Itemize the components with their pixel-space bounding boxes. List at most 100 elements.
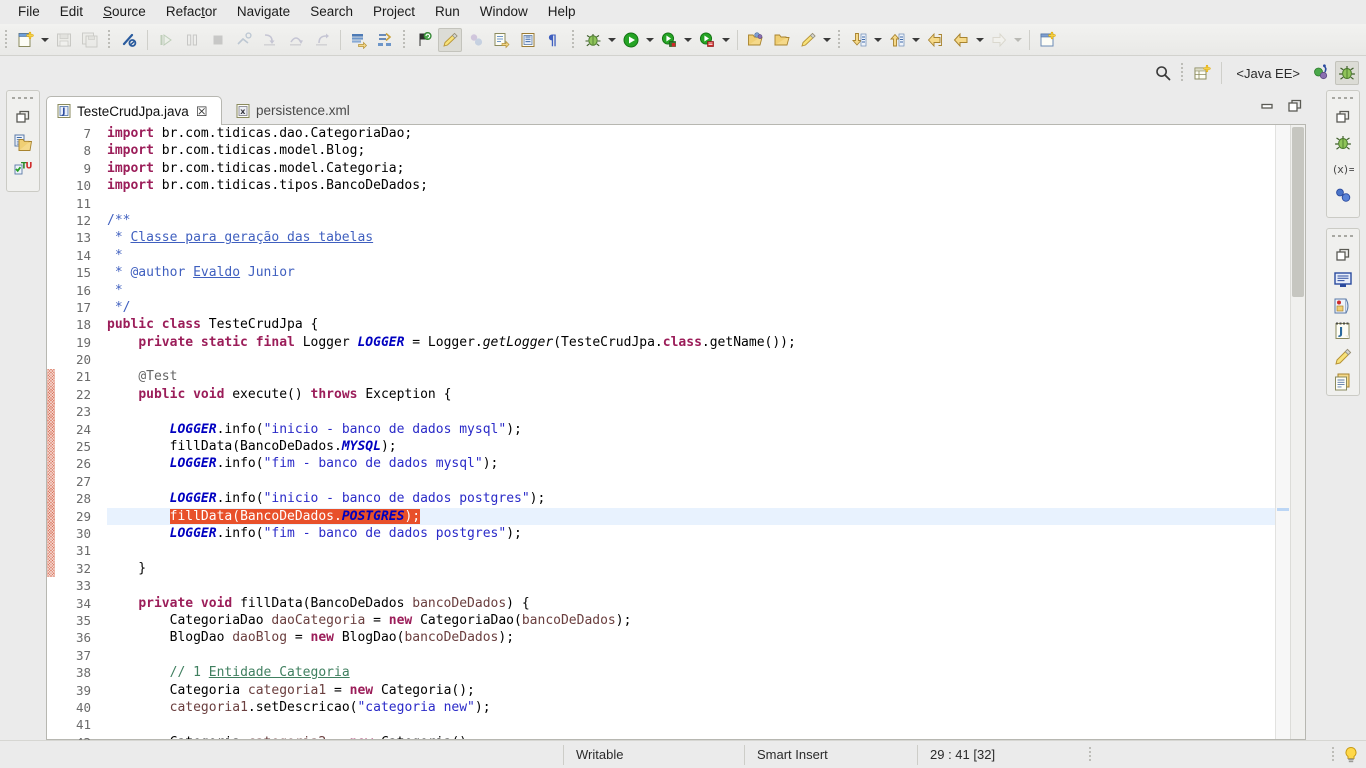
code-line[interactable] [107,647,1275,664]
tab-teste-crud-jpa-java[interactable]: J TesteCrudJpa.java ☒ [46,96,222,125]
maximize-icon[interactable] [1288,99,1302,118]
new-java-package-icon[interactable] [438,28,462,52]
code-line[interactable]: import br.com.tidicas.model.Categoria; [107,160,1275,177]
right-fastbar-bottom-handle[interactable] [1332,232,1354,240]
code-line[interactable]: */ [107,299,1275,316]
code-line[interactable]: CategoriaDao daoCategoria = new Categori… [107,612,1275,629]
code-line[interactable] [107,716,1275,733]
code-line[interactable]: import br.com.tidicas.dao.CategoriaDao; [107,125,1275,142]
debug-perspective-icon[interactable] [1335,61,1359,85]
restore-view-icon[interactable] [10,104,36,130]
new-wizard-dropdown-arrow[interactable] [39,28,51,52]
line-number-ruler[interactable]: 7891011121314151617181920212223242526272… [55,125,93,739]
code-line[interactable] [107,542,1275,559]
code-line[interactable]: import br.com.tidicas.model.Blog; [107,142,1275,159]
pencil-icon[interactable] [796,28,820,52]
code-line[interactable]: public void execute() throws Exception { [107,386,1275,403]
overview-ruler[interactable] [1275,125,1290,739]
code-line[interactable] [107,473,1275,490]
close-icon[interactable]: ☒ [196,105,208,118]
debug-view-icon[interactable] [1330,130,1356,156]
code-line[interactable]: BlogDao daoBlog = new BlogDao(bancoDeDad… [107,629,1275,646]
toolbar-grip-3[interactable] [401,30,408,50]
code-line[interactable]: // 1 Entidade Categoria [107,664,1275,681]
skip-breakpoints-icon[interactable] [412,28,436,52]
toolbar-grip[interactable] [3,30,10,50]
profile-icon[interactable] [695,28,719,52]
code-line[interactable]: fillData(BancoDeDados.MYSQL); [107,438,1275,455]
code-line[interactable] [107,195,1275,212]
search-icon[interactable] [1151,61,1175,85]
menu-help[interactable]: Help [538,1,586,23]
code-line[interactable]: Categoria categoria1 = new Categoria(); [107,682,1275,699]
menu-source[interactable]: Source [93,1,156,23]
generate-tables-icon[interactable] [347,28,371,52]
run-icon[interactable] [619,28,643,52]
restore-view-icon-3[interactable] [1330,242,1356,268]
code-line[interactable]: } [107,560,1275,577]
code-line[interactable]: LOGGER.info("fim - banco de dados postgr… [107,525,1275,542]
code-line[interactable]: LOGGER.info("inicio - banco de dados mys… [107,421,1275,438]
code-line[interactable]: private void fillData(BancoDeDados banco… [107,595,1275,612]
annotation-ruler[interactable] [47,125,55,739]
perspective-bar-grip[interactable] [1179,63,1186,83]
previous-annotation-dropdown-arrow[interactable] [910,28,922,52]
code-line[interactable]: * [107,282,1275,299]
project-explorer-icon[interactable] [10,130,36,156]
code-line[interactable]: public class TesteCrudJpa { [107,316,1275,333]
toolbar-grip-5[interactable] [836,30,843,50]
code-line-current[interactable]: fillData(BancoDeDados.POSTGRES); [107,508,1275,525]
profile-dropdown-arrow[interactable] [720,28,732,52]
menu-project[interactable]: Project [363,1,425,23]
menu-search[interactable]: Search [300,1,363,23]
code-line[interactable]: * [107,247,1275,264]
tab-persistence-xml[interactable]: x persistence.xml [226,96,376,125]
junit-icon[interactable]: T U [10,156,36,182]
open-perspective-icon[interactable] [1190,61,1214,85]
code-line[interactable]: /** [107,212,1275,229]
code-line[interactable]: private static final Logger LOGGER = Log… [107,334,1275,351]
toggle-mark-occurrences-icon[interactable] [117,28,141,52]
variables-view-icon[interactable]: (x)= [1330,156,1356,182]
lightbulb-icon[interactable] [1336,746,1366,764]
code-text-area[interactable]: import br.com.tidicas.dao.CategoriaDao;i… [93,125,1275,739]
minimize-icon[interactable] [1260,99,1274,118]
next-annotation-dropdown-arrow[interactable] [872,28,884,52]
code-line[interactable]: LOGGER.info("inicio - banco de dados pos… [107,490,1275,507]
last-edit-location-icon[interactable] [923,28,947,52]
back-dropdown-arrow[interactable] [974,28,986,52]
pencil-dropdown-arrow[interactable] [821,28,833,52]
servers-view-icon[interactable] [1330,293,1356,319]
right-fastbar-top-handle[interactable] [1332,94,1354,102]
debug-dropdown-arrow[interactable] [606,28,618,52]
console-view-icon[interactable] [1330,267,1356,293]
run-dropdown-arrow[interactable] [644,28,656,52]
restore-view-icon-2[interactable] [1330,104,1356,130]
menu-file[interactable]: File [8,1,50,23]
menu-refactor[interactable]: Refactor [156,1,227,23]
back-icon[interactable] [949,28,973,52]
new-window-icon[interactable] [1036,28,1060,52]
next-annotation-icon[interactable] [847,28,871,52]
code-line[interactable] [107,351,1275,368]
toolbar-grip-4[interactable] [570,30,577,50]
generate-entities-icon[interactable] [373,28,397,52]
menu-window[interactable]: Window [470,1,538,23]
code-line[interactable] [107,403,1275,420]
jpa-details-icon[interactable]: J [1330,318,1356,344]
properties-view-icon[interactable] [1330,370,1356,396]
code-line[interactable]: Categoria categoria2 = new Categoria(); [107,734,1275,739]
markers-view-icon[interactable] [1330,344,1356,370]
show-whitespace-icon[interactable]: ¶ [542,28,566,52]
debug-icon[interactable] [581,28,605,52]
code-line[interactable]: LOGGER.info("fim - banco de dados mysql"… [107,455,1275,472]
external-tools-icon[interactable] [490,28,514,52]
code-line[interactable]: categoria1.setDescricao("categoria new")… [107,699,1275,716]
new-wizard-icon[interactable] [14,28,38,52]
code-line[interactable] [107,577,1275,594]
menu-navigate[interactable]: Navigate [227,1,300,23]
code-line[interactable]: @Test [107,368,1275,385]
run-as-server-dropdown-arrow[interactable] [682,28,694,52]
menu-run[interactable]: Run [425,1,470,23]
scrollbar-thumb[interactable] [1292,127,1304,297]
